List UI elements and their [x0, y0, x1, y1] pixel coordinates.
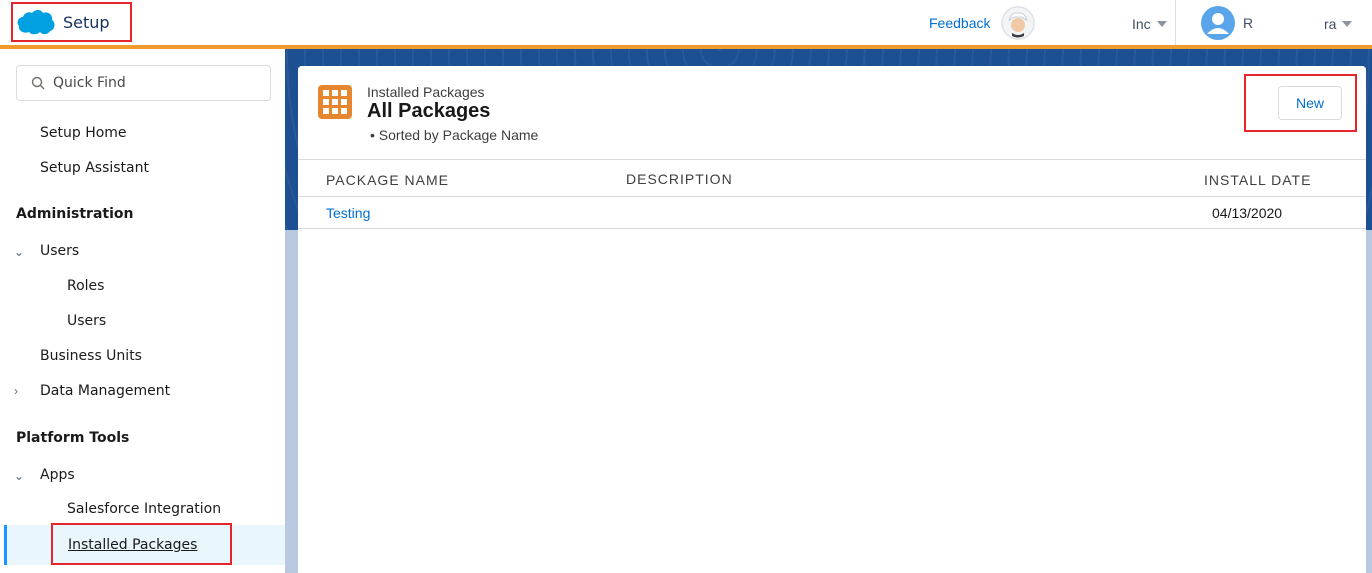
- column-header-package-name[interactable]: PACKAGE NAME: [326, 172, 449, 188]
- sidebar-section-platform-tools: Platform Tools: [16, 430, 130, 446]
- column-header-install-date[interactable]: INSTALL DATE: [1204, 172, 1311, 188]
- quick-find-box[interactable]: [16, 65, 271, 101]
- chevron-down-icon[interactable]: ⌄: [14, 245, 24, 259]
- salesforce-cloud-icon: [17, 10, 55, 35]
- caret-down-icon: [1156, 21, 1167, 27]
- package-install-date: 04/13/2020: [1212, 205, 1283, 221]
- user-menu-label: ra: [1324, 16, 1337, 32]
- org-switcher[interactable]: Inc: [1132, 16, 1167, 32]
- sidebar-item-users-group[interactable]: Users: [40, 243, 79, 259]
- sidebar-item-installed-packages-label: Installed Packages: [68, 537, 198, 553]
- app-grid-icon: [318, 85, 352, 119]
- user-avatar-icon[interactable]: [1201, 6, 1235, 40]
- sidebar-item-setup-assistant[interactable]: Setup Assistant: [40, 160, 149, 176]
- sort-info: • Sorted by Package Name: [370, 127, 539, 143]
- list-view-header: Installed Packages All Packages • Sorted…: [298, 66, 1366, 160]
- list-view-card: Installed Packages All Packages • Sorted…: [298, 66, 1366, 573]
- setup-sidebar: Setup Home Setup Assistant Administratio…: [0, 49, 285, 573]
- new-button[interactable]: New: [1278, 86, 1342, 120]
- chevron-right-icon[interactable]: ›: [14, 384, 18, 398]
- sort-info-text: Sorted by Package Name: [378, 127, 539, 143]
- sidebar-item-roles[interactable]: Roles: [67, 278, 104, 294]
- feedback-link[interactable]: Feedback: [929, 15, 990, 31]
- org-label: Inc: [1132, 16, 1151, 32]
- chevron-down-icon[interactable]: ⌄: [14, 469, 24, 483]
- package-name-link[interactable]: Testing: [326, 205, 370, 221]
- search-icon: [31, 76, 45, 90]
- global-header: Setup Feedback Inc R ra: [0, 0, 1372, 45]
- user-menu[interactable]: ra: [1324, 16, 1353, 32]
- sidebar-item-data-management[interactable]: Data Management: [40, 383, 170, 399]
- sidebar-item-business-units[interactable]: Business Units: [40, 348, 142, 364]
- app-name: Setup: [63, 12, 110, 32]
- setup-home-link[interactable]: Setup: [11, 2, 132, 42]
- sidebar-item-users[interactable]: Users: [67, 313, 106, 329]
- object-label: Installed Packages: [367, 84, 485, 100]
- sidebar-section-administration: Administration: [16, 206, 134, 222]
- table-header: PACKAGE NAME DESCRIPTION INSTALL DATE: [298, 161, 1366, 197]
- sidebar-item-installed-packages[interactable]: Installed Packages: [51, 523, 232, 565]
- table-row: Testing 04/13/2020: [298, 197, 1366, 229]
- quick-find-input[interactable]: [53, 75, 253, 91]
- page-title: All Packages: [367, 100, 491, 122]
- sidebar-item-apps[interactable]: Apps: [40, 467, 75, 483]
- einstein-avatar-icon[interactable]: [1001, 6, 1035, 40]
- user-initial: R: [1243, 15, 1254, 31]
- sidebar-item-setup-home[interactable]: Setup Home: [40, 125, 127, 141]
- header-divider: [1175, 0, 1176, 45]
- column-header-description[interactable]: DESCRIPTION: [626, 171, 733, 187]
- caret-down-icon: [1342, 21, 1353, 27]
- sidebar-item-salesforce-integration[interactable]: Salesforce Integration: [67, 501, 221, 517]
